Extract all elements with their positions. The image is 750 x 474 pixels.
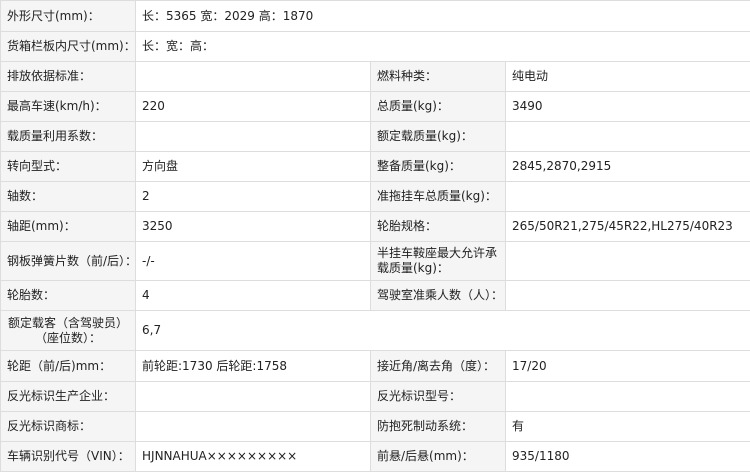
spec-label: 最高车速(km/h)： [0,91,136,122]
table-row: 轮胎数： 4 驾驶室准乘人数（人）： [0,280,750,311]
spec-value: 2845,2870,2915 [504,151,750,182]
table-row: 载质量利用系数： 额定载质量(kg)： [0,121,750,152]
spec-label: 轮距（前/后)mm： [0,350,136,382]
spec-value [504,280,750,311]
spec-value: 纯电动 [504,61,750,92]
table-row: 轴数： 2 准拖挂车总质量(kg)： [0,181,750,212]
spec-label: 车辆识别代号（VIN）： [0,441,136,472]
spec-value: 2 [135,181,371,212]
spec-value [135,61,371,92]
spec-label: 反光标识型号： [370,381,506,412]
spec-label: 前悬/后悬(mm)： [370,441,506,472]
spec-label: 接近角/离去角（度）： [370,350,506,382]
table-row: 额定载客（含驾驶员）（座位数）： 6,7 [0,310,750,351]
spec-value: 4 [135,280,371,311]
table-row: 转向型式： 方向盘 整备质量(kg)： 2845,2870,2915 [0,151,750,182]
spec-value: 265/50R21,275/45R22,HL275/40R23 [504,211,750,242]
table-row: 车辆识别代号（VIN）： HJNNAHUA××××××××× 前悬/后悬(mm)… [0,441,750,472]
table-row: 轮距（前/后)mm： 前轮距:1730 后轮距:1758 接近角/离去角（度）：… [0,350,750,382]
spec-value [135,381,371,412]
table-row: 外形尺寸(mm)： 长：5365 宽：2029 高：1870 [0,0,750,32]
spec-value [135,121,371,152]
spec-label: 转向型式： [0,151,136,182]
spec-label: 总质量(kg)： [370,91,506,122]
spec-label: 驾驶室准乘人数（人）： [370,280,506,311]
table-row: 钢板弹簧片数（前/后）： -/- 半挂车鞍座最大允许承载质量(kg)： [0,241,750,281]
table-row: 最高车速(km/h)： 220 总质量(kg)： 3490 [0,91,750,122]
vehicle-spec-table: 外形尺寸(mm)： 长：5365 宽：2029 高：1870 货箱栏板内尺寸(m… [0,0,750,472]
spec-label: 额定载质量(kg)： [370,121,506,152]
spec-value: HJNNAHUA××××××××× [135,441,371,472]
spec-label: 轴数： [0,181,136,212]
spec-value: 方向盘 [135,151,371,182]
spec-value: 220 [135,91,371,122]
spec-label: 整备质量(kg)： [370,151,506,182]
spec-label: 货箱栏板内尺寸(mm)： [0,31,136,62]
spec-label: 反光标识商标： [0,411,136,442]
spec-value [504,121,750,152]
table-row: 货箱栏板内尺寸(mm)： 长：宽：高： [0,31,750,62]
spec-label: 额定载客（含驾驶员）（座位数）： [0,310,136,351]
spec-label: 燃料种类： [370,61,506,92]
spec-label: 反光标识生产企业： [0,381,136,412]
spec-value: 长：5365 宽：2029 高：1870 [134,0,750,32]
spec-label: 防抱死制动系统： [370,411,506,442]
spec-value: 6,7 [134,310,750,351]
spec-label: 外形尺寸(mm)： [0,0,136,32]
spec-value: -/- [135,241,371,281]
spec-value [504,381,750,412]
table-row: 轴距(mm)： 3250 轮胎规格： 265/50R21,275/45R22,H… [0,211,750,242]
spec-value [504,181,750,212]
spec-value: 3250 [135,211,371,242]
spec-label: 准拖挂车总质量(kg)： [370,181,506,212]
spec-label: 轴距(mm)： [0,211,136,242]
spec-value: 17/20 [504,350,750,382]
spec-value [504,241,750,281]
spec-value [135,411,371,442]
spec-label: 轮胎规格： [370,211,506,242]
spec-value: 3490 [504,91,750,122]
table-row: 排放依据标准： 燃料种类： 纯电动 [0,61,750,92]
spec-value: 935/1180 [504,441,750,472]
table-row: 反光标识生产企业： 反光标识型号： [0,381,750,412]
spec-label: 轮胎数： [0,280,136,311]
spec-value: 前轮距:1730 后轮距:1758 [135,350,371,382]
table-row: 反光标识商标： 防抱死制动系统： 有 [0,411,750,442]
spec-label: 半挂车鞍座最大允许承载质量(kg)： [370,241,506,281]
spec-label: 载质量利用系数： [0,121,136,152]
spec-value: 长：宽：高： [134,31,750,62]
spec-label: 钢板弹簧片数（前/后）： [0,241,136,281]
spec-label: 排放依据标准： [0,61,136,92]
spec-value: 有 [504,411,750,442]
